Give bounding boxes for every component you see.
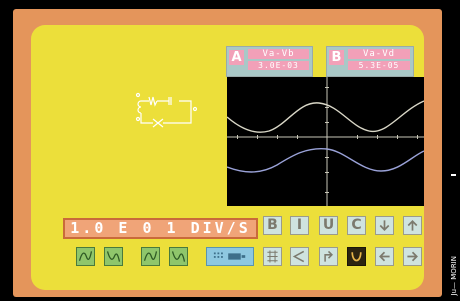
trace-a (227, 100, 424, 133)
angle-icon (292, 250, 305, 263)
arrow-up-icon (407, 220, 418, 231)
arrow-up-right-button[interactable] (319, 247, 338, 266)
channel-b-label: B (329, 50, 344, 65)
arrow-right-icon (407, 251, 418, 262)
underline-button[interactable]: U (319, 216, 338, 235)
image-icon (213, 252, 246, 260)
wave-icon (78, 251, 93, 261)
arrow-left-icon (379, 251, 390, 262)
u-icon: U (322, 217, 335, 233)
edge-mark (451, 174, 456, 176)
arrow-up-right-icon (324, 250, 333, 262)
photo-credit: Ju— MORIN (450, 255, 458, 295)
i-icon: I (296, 217, 303, 233)
c-icon: C (351, 217, 362, 233)
channel-a-scale: 3.0E-03 (248, 61, 309, 70)
oscilloscope-display (227, 77, 424, 206)
arrow-up-button[interactable] (403, 216, 422, 235)
image-button[interactable] (206, 247, 254, 266)
grid-icon (267, 250, 278, 263)
wave-icon (171, 251, 186, 262)
u-curve-icon (351, 252, 362, 262)
channel-a-readout: A Va-Vb 3.0E-03 (226, 46, 313, 77)
arrow-down-icon (379, 220, 390, 231)
timebase-display: 1.0 E 0 1 DIV/S (63, 218, 258, 239)
channel-a-formula: Va-Vb (248, 49, 309, 59)
angle-button[interactable] (290, 247, 309, 266)
b-icon: B (267, 217, 278, 233)
arrow-down-button[interactable] (375, 216, 394, 235)
wave-icon (143, 251, 158, 261)
wave-icon (106, 251, 121, 262)
u-curve-button[interactable] (347, 247, 366, 266)
channel-b-scale: 5.3E-05 (348, 61, 410, 70)
channel-b-readout: B Va-Vd 5.3E-05 (326, 46, 414, 77)
circuit-diagram (135, 92, 198, 128)
italic-button[interactable]: I (290, 216, 309, 235)
channel-b-formula: Va-Vd (348, 49, 410, 59)
trace-b (227, 148, 424, 173)
c-button[interactable]: C (347, 216, 366, 235)
wave-button-4[interactable] (169, 247, 188, 266)
screen: A Va-Vb 3.0E-03 B Va-Vd 5.3E-05 1.0 E 0 … (31, 25, 424, 290)
wave-button-3[interactable] (141, 247, 160, 266)
bold-button[interactable]: B (263, 216, 282, 235)
channel-a-label: A (229, 50, 244, 65)
wave-button-1[interactable] (76, 247, 95, 266)
wave-button-2[interactable] (104, 247, 123, 266)
arrow-left-button[interactable] (375, 247, 394, 266)
timebase-value: 1.0 E 0 1 DIV/S (70, 219, 251, 237)
grid-button[interactable] (263, 247, 282, 266)
arrow-right-button[interactable] (403, 247, 422, 266)
